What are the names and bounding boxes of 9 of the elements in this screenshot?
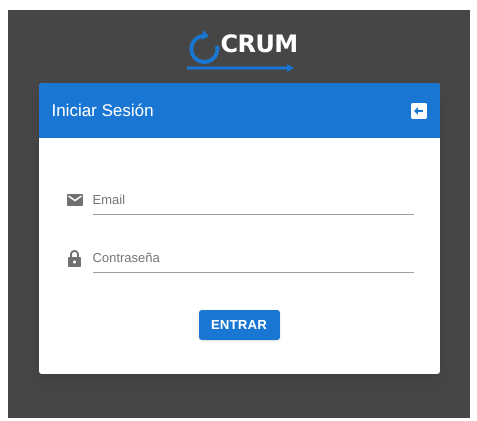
logo-text: CRUM [220, 32, 298, 56]
submit-button[interactable]: ENTRAR [198, 310, 280, 340]
password-field[interactable]: Contraseña [92, 243, 414, 273]
padlock-icon [68, 250, 81, 266]
email-field[interactable]: Email [92, 185, 414, 215]
back-button[interactable] [410, 102, 426, 118]
card-title: Iniciar Sesión [52, 100, 154, 122]
envelope-icon [66, 194, 82, 206]
left-arrow-icon [414, 106, 424, 114]
